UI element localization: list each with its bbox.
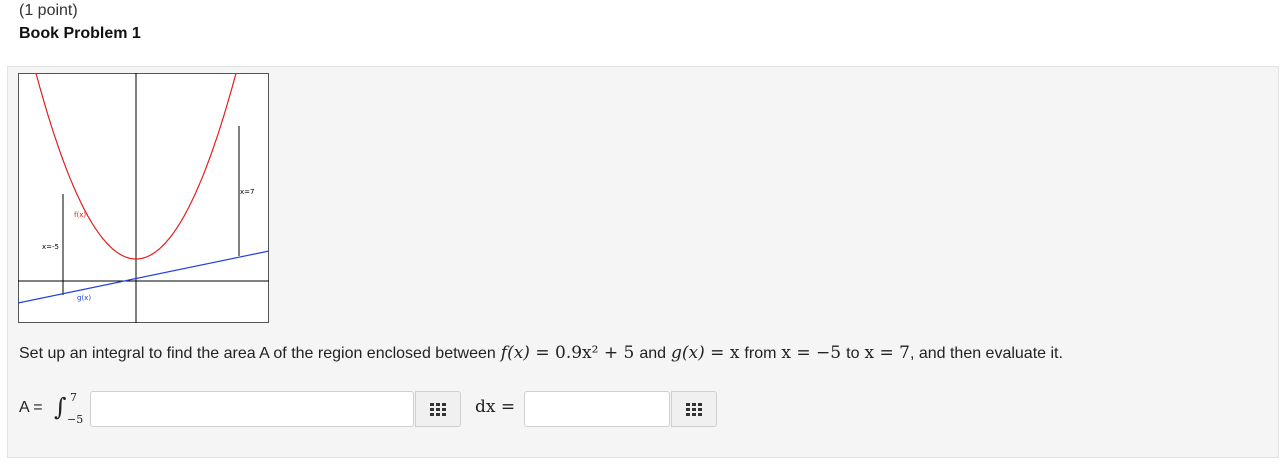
left-bound-label: x=-5 — [42, 243, 59, 251]
equation-palette-button-1[interactable] — [415, 391, 461, 427]
answer-row: A = ∫ 7 −5 dx = — [19, 390, 739, 428]
problem-title: Book Problem 1 — [19, 25, 141, 42]
question-from: from — [744, 345, 777, 362]
lower-limit: −5 — [67, 413, 84, 426]
area-label: A = — [19, 399, 43, 416]
integrand-input[interactable] — [90, 391, 414, 427]
graph-svg: f(x) g(x) x=-5 x=7 — [18, 73, 269, 323]
g-lhs: g(x) — [671, 343, 705, 363]
grid-icon — [430, 402, 446, 416]
g-label: g(x) — [77, 294, 91, 302]
grid-icon — [686, 402, 702, 416]
upper-limit: 7 — [70, 391, 77, 404]
equation-palette-button-2[interactable] — [671, 391, 717, 427]
result-input[interactable] — [524, 391, 670, 427]
x-to: x = 7 — [864, 343, 910, 363]
question-text: Set up an integral to find the area A of… — [19, 343, 1063, 363]
question-part1: Set up an integral to find the area A of… — [19, 345, 496, 362]
g-rhs: = x — [710, 343, 740, 363]
graph-border — [18, 73, 269, 323]
points-label: (1 point) — [19, 2, 78, 19]
f-lhs: f(x) — [500, 343, 530, 363]
right-bound-label: x=7 — [240, 188, 254, 196]
question-end: , and then evaluate it. — [909, 345, 1063, 362]
f-label: f(x) — [74, 211, 86, 219]
x-from: x = −5 — [781, 343, 842, 363]
f-rhs: = 0.9x² + 5 — [535, 343, 635, 363]
dx-label: dx = — [475, 397, 516, 417]
question-and: and — [639, 345, 667, 362]
integral-symbol: ∫ — [54, 393, 67, 421]
problem-graph: f(x) g(x) x=-5 x=7 — [18, 73, 269, 323]
question-to: to — [846, 345, 860, 362]
